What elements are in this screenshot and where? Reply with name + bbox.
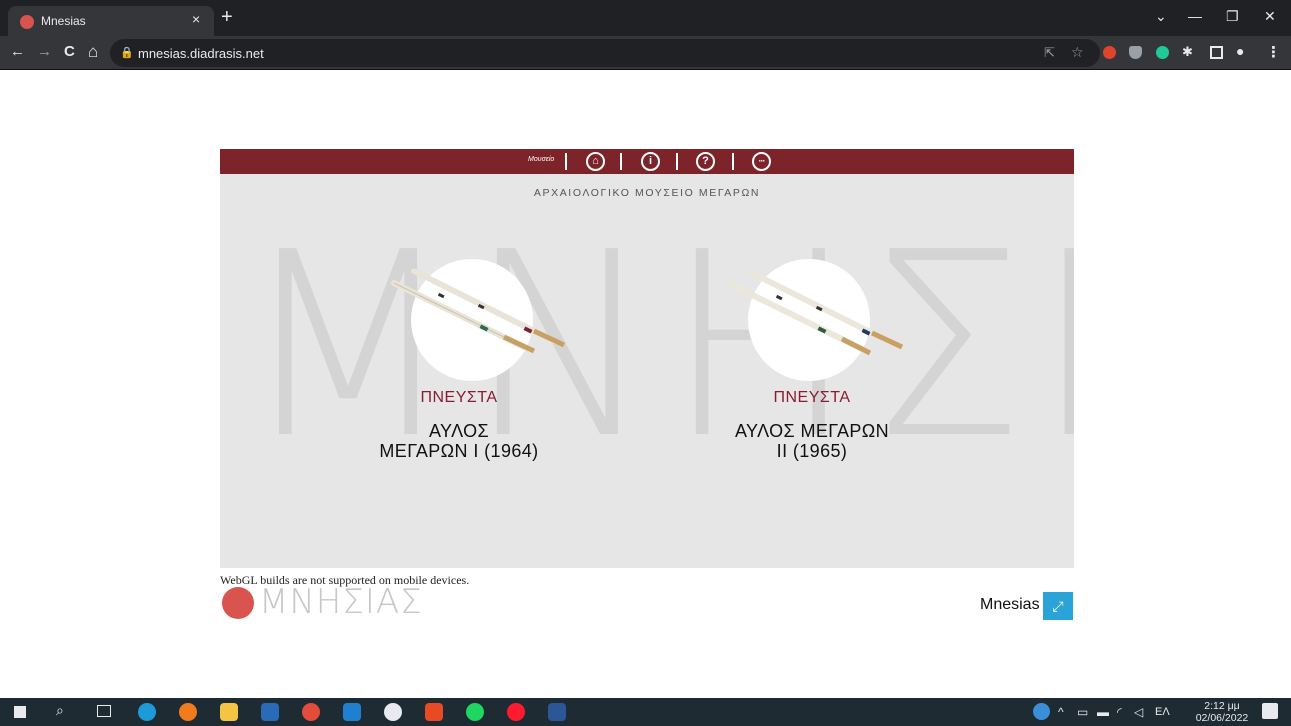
fullscreen-icon: ⤢ <box>1052 598 1064 614</box>
tab-close-icon[interactable]: × <box>192 11 200 27</box>
chrome-icon[interactable] <box>302 703 320 721</box>
mnesias-logo-icon <box>222 587 254 619</box>
language-indicator[interactable]: ΕΛ <box>1155 706 1170 718</box>
firefox-icon[interactable] <box>179 703 197 721</box>
volume-icon[interactable]: ◁ <box>1134 705 1143 719</box>
mail-icon[interactable] <box>343 703 361 721</box>
start-button-icon[interactable] <box>14 706 26 718</box>
new-tab-button[interactable]: + <box>221 6 233 28</box>
extension-adblock-icon[interactable] <box>1103 46 1116 59</box>
item-category: ΠΝΕΥΣΤΑ <box>773 389 851 406</box>
maximize-button[interactable]: ❐ <box>1226 8 1239 25</box>
item-name-line: ΑΥΛΟΣ ΜΕΓΑΡΩΝ <box>734 421 890 441</box>
search-icon[interactable]: ⌕ <box>56 702 64 719</box>
item-name-line: ΜΕΓΑΡΩΝ I (1964) <box>379 441 539 461</box>
office-icon[interactable] <box>425 703 443 721</box>
windows-taskbar: ⌕ ^ ▭ ▬ ◜ ◁ ΕΛ 2:12 μμ 02/06/2022 <box>0 698 1291 726</box>
chevron-up-icon[interactable]: ^ <box>1058 705 1064 719</box>
browser-tab-bar: Mnesias × + ⌄ — ❐ ✕ <box>0 0 1291 36</box>
battery-icon[interactable]: ▭ <box>1077 705 1088 719</box>
clock-date: 02/06/2022 <box>1195 712 1249 724</box>
aulos-pipe-image <box>391 269 566 354</box>
item-name: ΑΥΛΟΣ ΜΕΓΑΡΩΝ II (1965) <box>682 421 942 461</box>
tab-title: Mnesias <box>41 14 86 28</box>
close-window-button[interactable]: ✕ <box>1264 8 1276 25</box>
menu-dots-icon[interactable]: ⋮ <box>1266 43 1281 61</box>
back-button[interactable]: ← <box>10 44 25 60</box>
site-favicon-icon <box>20 15 34 29</box>
spotify-icon[interactable] <box>466 703 484 721</box>
opera-icon[interactable] <box>507 703 525 721</box>
profile-icon[interactable]: ● <box>1236 43 1244 59</box>
aulos-pipe-image <box>729 271 904 356</box>
fullscreen-button[interactable]: ⤢ <box>1043 592 1073 620</box>
share-icon[interactable]: ⇱ <box>1044 45 1055 61</box>
divider <box>620 153 622 170</box>
tab-search-icon[interactable]: ⌄ <box>1155 8 1167 25</box>
app-name: Mnesias <box>980 596 1040 613</box>
extension-m-icon[interactable] <box>1156 46 1169 59</box>
forward-button[interactable]: → <box>37 44 52 60</box>
url-text[interactable]: mnesias.diadrasis.net <box>138 46 264 61</box>
item-category: ΠΝΕΥΣΤΑ <box>420 389 498 406</box>
item-name: ΑΥΛΟΣ ΜΕΓΑΡΩΝ I (1964) <box>329 421 589 461</box>
task-view-icon[interactable] <box>97 705 111 717</box>
item-name-line: II (1965) <box>776 441 848 461</box>
item-card-aulos-2[interactable]: ΠΝΕΥΣΤΑ ΑΥΛΟΣ ΜΕΓΑΡΩΝ II (1965) <box>682 149 942 568</box>
item-card-aulos-1[interactable]: ΠΝΕΥΣΤΑ ΑΥΛΟΣ ΜΕΓΑΡΩΝ I (1964) <box>329 149 589 568</box>
address-bar[interactable]: 🔒 mnesias.diadrasis.net ⇱ ☆ <box>110 39 1100 67</box>
clock-time: 2:12 μμ <box>1204 700 1240 712</box>
wifi-icon[interactable]: ◜ <box>1117 705 1122 719</box>
browser-tab[interactable]: Mnesias × <box>8 6 214 36</box>
help-tray-icon[interactable] <box>1033 703 1050 720</box>
clock[interactable]: 2:12 μμ 02/06/2022 <box>1192 700 1252 724</box>
reload-button[interactable]: C <box>64 44 75 60</box>
edge-icon[interactable] <box>138 703 156 721</box>
network-icon[interactable]: ▬ <box>1097 705 1109 719</box>
file-explorer-icon[interactable] <box>220 703 238 721</box>
word-icon[interactable] <box>548 703 566 721</box>
logo-text: ΜΝΗΣΙΑΣ <box>259 582 423 622</box>
store-icon[interactable] <box>261 703 279 721</box>
extensions-puzzle-icon[interactable]: ✱ <box>1182 44 1193 60</box>
unity-canvas[interactable]: Μουσείο ⌂ i ? ··· ΑΡΧΑΙΟΛΟΓΙΚΟ ΜΟΥΣΕΙΟ Μ… <box>220 149 1074 568</box>
bookmark-star-icon[interactable]: ☆ <box>1071 44 1084 61</box>
home-button[interactable]: ⌂ <box>88 43 98 60</box>
extension-shield-icon[interactable] <box>1129 46 1142 59</box>
browser-toolbar: ← → C ⌂ 🔒 mnesias.diadrasis.net ⇱ ☆ ✱ ● … <box>0 36 1291 70</box>
lock-icon: 🔒 <box>120 47 134 59</box>
minimize-button[interactable]: — <box>1188 8 1202 24</box>
item-name-line: ΑΥΛΟΣ <box>428 421 490 441</box>
side-panel-icon[interactable] <box>1210 46 1223 59</box>
divider <box>676 153 678 170</box>
info-icon[interactable]: i <box>641 152 660 171</box>
notifications-icon[interactable] <box>1262 703 1278 719</box>
app-circle-icon[interactable] <box>384 703 402 721</box>
